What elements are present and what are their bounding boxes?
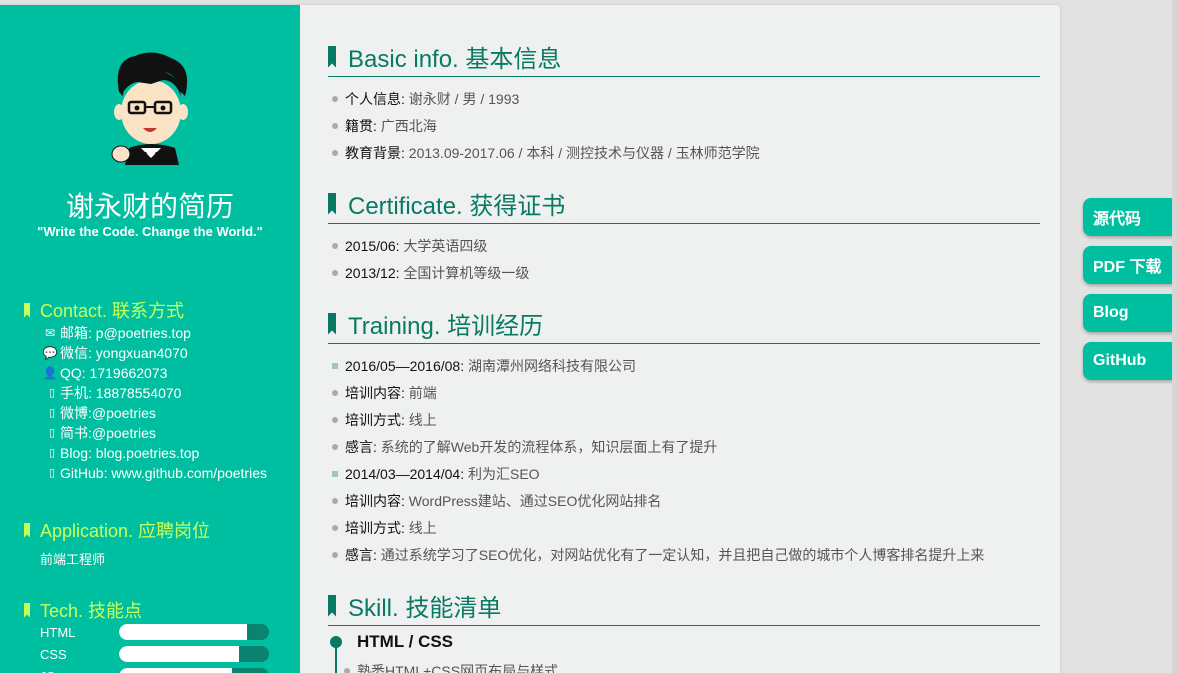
skill-row-html: HTML xyxy=(40,623,270,641)
list-item: 2016/05—2016/08: 湖南潭州网络科技有限公司 xyxy=(332,357,636,375)
resume-name: 谢永财的简历 xyxy=(65,191,234,222)
phone-icon: ▯ xyxy=(48,387,56,399)
skill-title: HTML / CSS xyxy=(357,632,454,651)
skill-bar-fill xyxy=(119,646,239,662)
skill-row-css: CSS xyxy=(40,645,270,663)
list-item: 培训方式: 线上 xyxy=(332,411,437,429)
section-basic-heading: Basic info. 基本信息 xyxy=(328,39,1040,77)
blog-icon: ▯ xyxy=(48,447,56,459)
skill-bar xyxy=(119,624,269,640)
qq-icon: 👤 xyxy=(42,366,58,380)
wechat-icon: 💬 xyxy=(42,346,58,360)
bookmark-icon xyxy=(24,302,30,318)
list-item: 籍贯: 广西北海 xyxy=(332,117,437,135)
list-item: 培训内容: 前端 xyxy=(332,384,437,402)
list-item: 个人信息: 谢永财 / 男 / 1993 xyxy=(332,90,519,108)
application-heading-text: Application. 应聘岗位 xyxy=(40,521,211,541)
pdf-download-button[interactable]: PDF 下载 xyxy=(1083,246,1175,284)
motto: "Write the Code. Change the World." xyxy=(37,224,263,239)
section-training-heading: Training. 培训经历 xyxy=(328,306,1040,344)
bookmark-icon xyxy=(24,602,30,618)
main-content: Basic info. 基本信息 个人信息: 谢永财 / 男 / 1993 籍贯… xyxy=(300,5,1060,673)
jianshu-icon: ▯ xyxy=(48,427,56,439)
job-title: 前端工程师 xyxy=(40,552,106,567)
skill-bar xyxy=(119,646,269,662)
list-item: 培训方式: 线上 xyxy=(332,519,437,537)
section-certificate-heading: Certificate. 获得证书 xyxy=(328,186,1040,224)
skill-name: CSS xyxy=(40,646,67,662)
skill-description: 熟悉HTML+CSS网页布局与样式 xyxy=(344,661,558,673)
github-icon: ▯ xyxy=(48,467,56,479)
contact-blog[interactable]: ▯ Blog: blog.poetries.top xyxy=(42,443,267,463)
section-skill-heading: Skill. 技能清单 xyxy=(328,588,1040,626)
contact-weibo[interactable]: ▯ 微博:@poetries xyxy=(42,403,267,423)
bookmark-icon xyxy=(328,594,336,617)
bookmark-icon xyxy=(328,312,336,335)
contact-wechat[interactable]: 💬 微信: yongxuan4070 xyxy=(42,343,267,363)
timeline-line xyxy=(335,645,337,673)
skill-name: JS xyxy=(40,669,119,673)
skill-row-js: JS xyxy=(40,667,270,673)
contact-qq[interactable]: 👤 QQ: 1719662073 xyxy=(42,363,267,383)
list-item: 2013/12: 全国计算机等级一级 xyxy=(332,264,529,282)
bookmark-icon xyxy=(24,522,30,538)
skill-bar-fill xyxy=(119,624,247,640)
envelope-icon: ✉ xyxy=(44,326,56,340)
github-button[interactable]: GitHub xyxy=(1083,342,1175,380)
resume-page: 谢永财的简历 "Write the Code. Change the World… xyxy=(0,5,1060,673)
tech-heading: Tech. 技能点 xyxy=(24,597,142,623)
weibo-icon: ▯ xyxy=(48,407,56,419)
bookmark-icon xyxy=(328,192,336,215)
bookmark-icon xyxy=(328,45,336,68)
list-item: 2015/06: 大学英语四级 xyxy=(332,237,487,255)
contact-list: ✉ 邮箱: p@poetries.top 💬 微信: yongxuan4070 👤 Q… xyxy=(42,323,267,483)
avatar xyxy=(111,52,188,165)
skill-bar xyxy=(119,668,269,673)
list-item: 培训内容: WordPress建站、通过SEO优化网站排名 xyxy=(332,492,661,510)
contact-email[interactable]: ✉ 邮箱: p@poetries.top xyxy=(42,323,267,343)
blog-button[interactable]: Blog xyxy=(1083,294,1175,332)
skill-bar-fill xyxy=(119,668,232,673)
tech-heading-text: Tech. 技能点 xyxy=(40,601,143,621)
contact-heading-text: Contact. 联系方式 xyxy=(40,301,185,321)
contact-github[interactable]: ▯ GitHub: www.github.com/poetries xyxy=(42,463,267,483)
source-code-button[interactable]: 源代码 xyxy=(1083,198,1175,236)
list-item: 教育背景: 2013.09-2017.06 / 本科 / 测控技术与仪器 / 玉… xyxy=(332,144,760,162)
skill-name: HTML xyxy=(40,624,76,640)
application-heading: Application. 应聘岗位 xyxy=(24,517,210,543)
list-item: 感言: 通过系统学习了SEO优化，对网站优化有了一定认知，并且把自己做的城市个人… xyxy=(332,546,984,564)
sidebar: 谢永财的简历 "Write the Code. Change the World… xyxy=(0,5,300,673)
scrollbar[interactable] xyxy=(1172,0,1177,673)
contact-jianshu[interactable]: ▯ 简书:@poetries xyxy=(42,423,267,443)
contact-heading: Contact. 联系方式 xyxy=(24,297,184,323)
contact-phone[interactable]: ▯ 手机: 18878554070 xyxy=(42,383,267,403)
list-item: 2014/03—2014/04: 利为汇SEO xyxy=(332,465,540,483)
list-item: 感言: 系统的了解Web开发的流程体系，知识层面上有了提升 xyxy=(332,438,717,456)
